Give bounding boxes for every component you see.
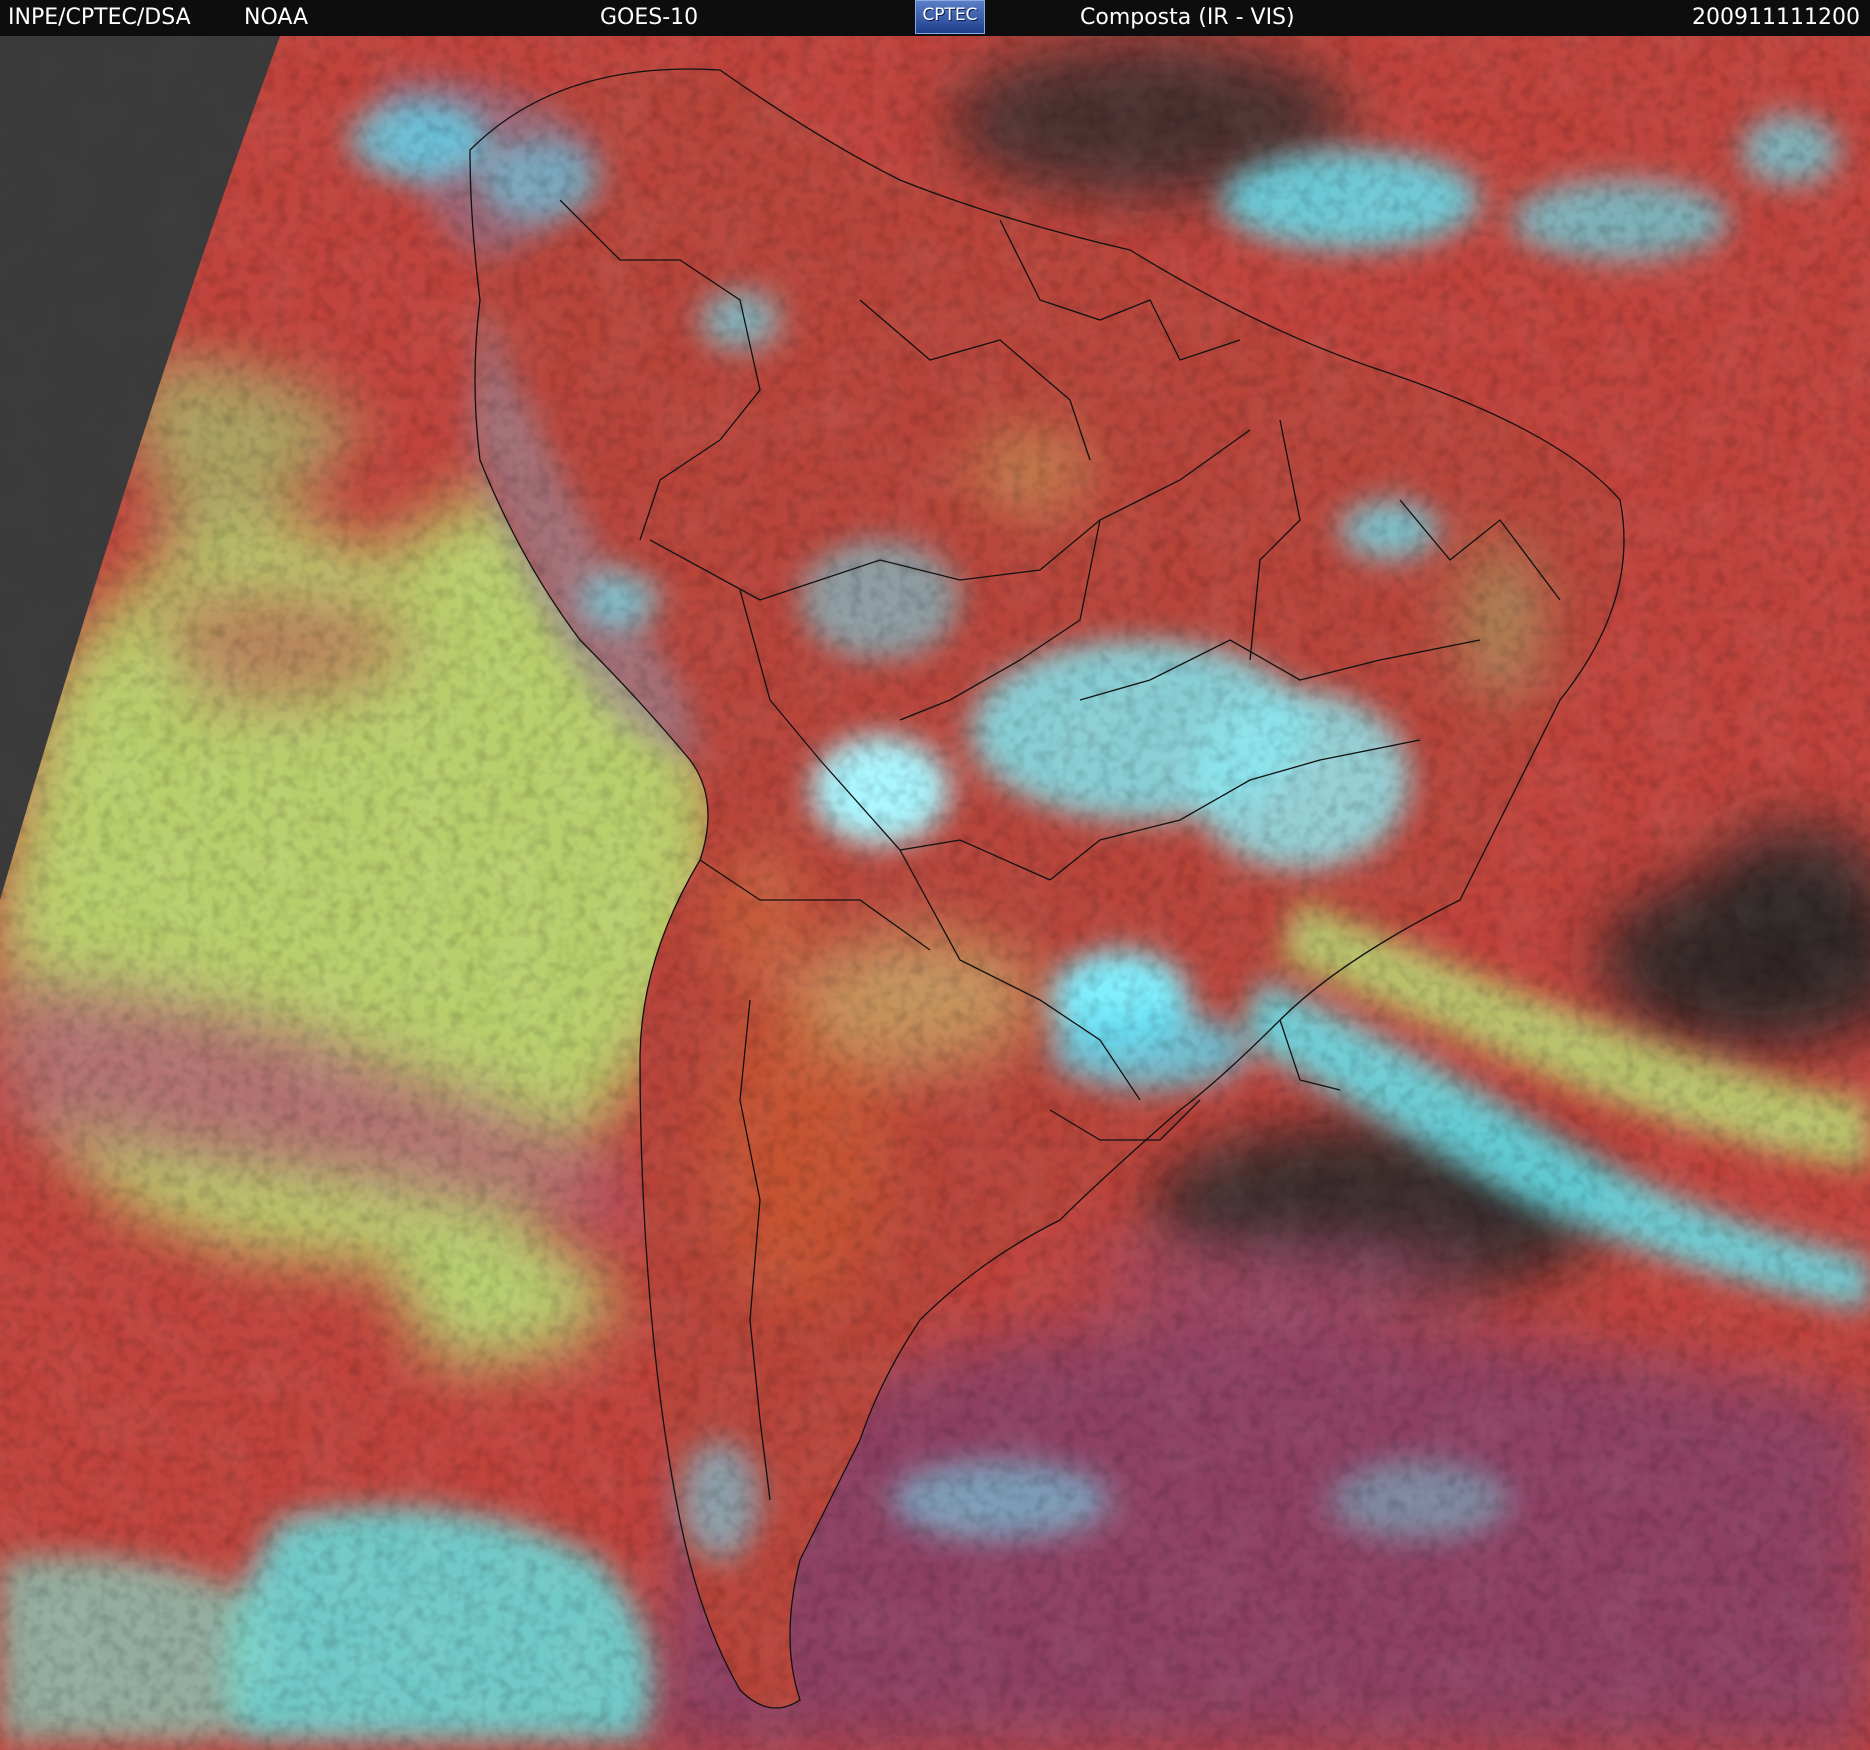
- satellite-composite-image: [0, 36, 1870, 1750]
- image-header-bar: INPE/CPTEC/DSA NOAA GOES-10 CPTEC Compos…: [0, 0, 1870, 36]
- product-label: Composta (IR - VIS): [1080, 5, 1295, 30]
- earth-disk: [0, 36, 1870, 1750]
- cloud-grain: [0, 36, 1870, 1750]
- timestamp-label: 200911111200: [1692, 5, 1860, 30]
- satellite-image-svg: [0, 36, 1870, 1750]
- institution-label: INPE/CPTEC/DSA: [8, 5, 191, 30]
- logo-text: CPTEC: [922, 5, 978, 25]
- agency-label: NOAA: [244, 5, 309, 30]
- satellite-label: GOES-10: [600, 5, 699, 30]
- cptec-logo: CPTEC: [915, 0, 985, 34]
